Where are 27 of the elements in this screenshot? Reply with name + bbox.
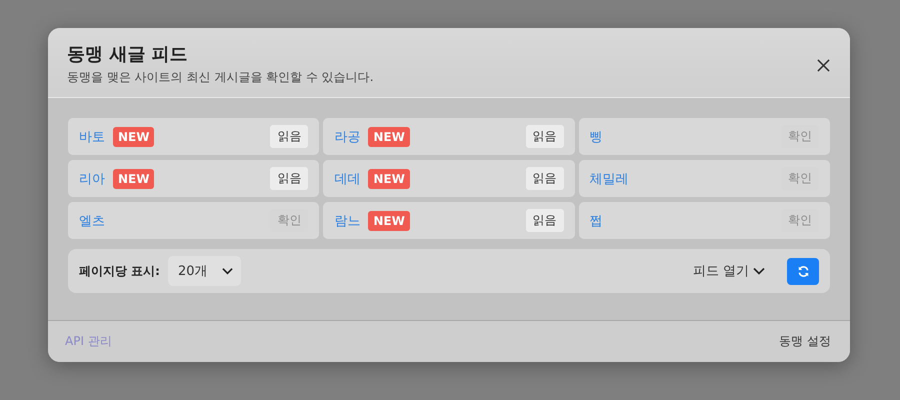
settings-link[interactable]: 동맹 설정 [779,333,831,350]
chevron-down-icon [753,267,765,275]
close-icon[interactable] [817,59,830,72]
read-button[interactable]: 읽음 [270,167,308,190]
chevron-down-icon [222,267,233,275]
read-button[interactable]: 읽음 [526,167,564,190]
per-page-label: 페이지당 표시: [79,262,160,280]
feed-link[interactable]: 데데 [334,170,360,188]
read-button[interactable]: 읽음 [270,125,308,148]
api-link[interactable]: API 관리 [65,333,112,350]
feed-link[interactable]: 바토 [79,128,105,146]
refresh-icon [796,264,810,278]
dialog-subtitle: 동맹을 맺은 사이트의 최신 게시글을 확인할 수 있습니다. [67,68,375,86]
new-badge: NEW [368,126,410,146]
new-badge: NEW [113,168,154,188]
new-badge: NEW [113,126,154,146]
read-button[interactable]: 읽음 [526,125,564,148]
dialog-title: 동맹 새글 피드 [67,42,189,66]
feed-link[interactable]: 리아 [79,170,105,188]
new-badge: NEW [368,210,410,230]
new-badge: NEW [368,168,410,188]
open-feed-button[interactable]: 피드 열기 [686,261,771,281]
read-button[interactable]: 읽음 [526,209,564,232]
feed-link[interactable]: 람느 [334,212,360,230]
per-page-select[interactable]: 20개 [168,256,241,286]
refresh-button[interactable] [787,258,819,284]
feed-link[interactable]: 라공 [334,128,360,146]
